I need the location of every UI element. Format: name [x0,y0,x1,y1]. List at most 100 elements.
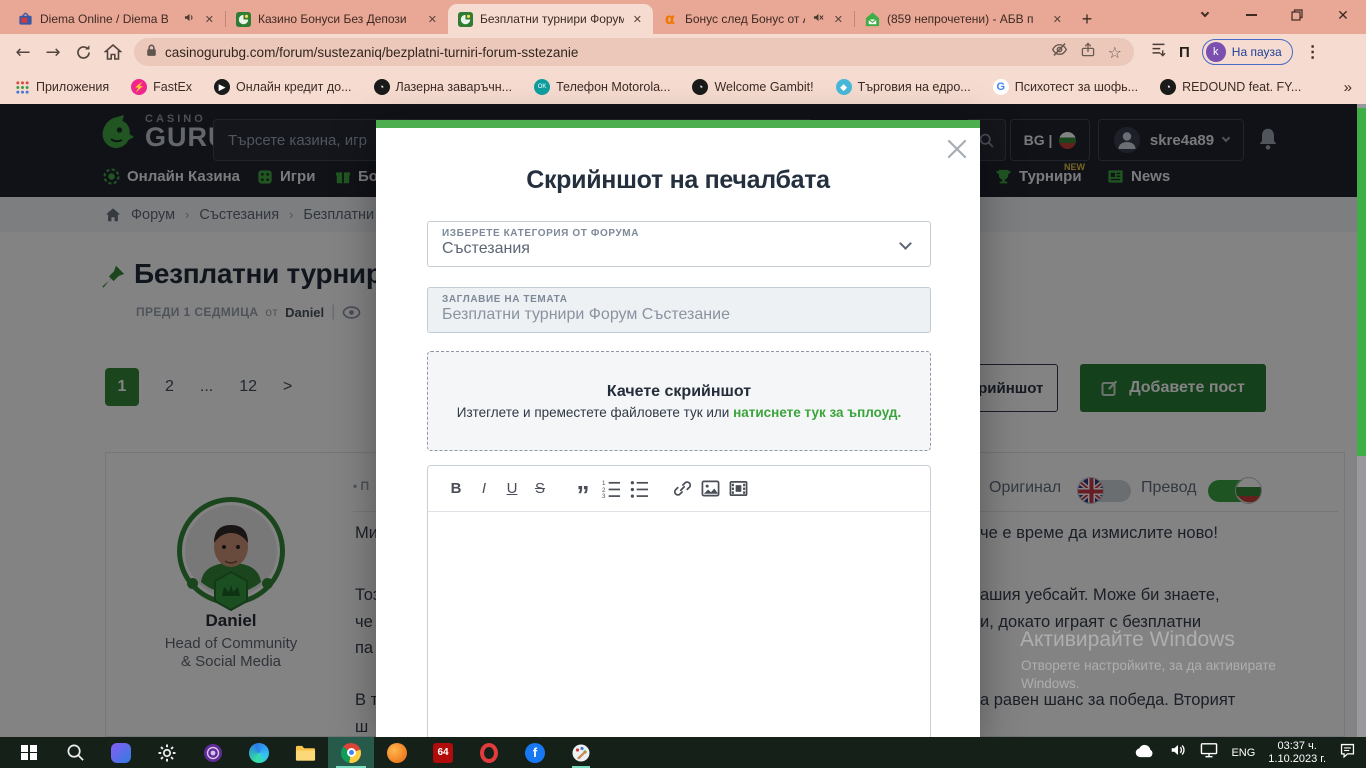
settings-gear-icon[interactable] [144,737,190,768]
image-icon[interactable] [696,475,724,503]
screenshot-upload-modal: Скрийншот на печалбата ИЗБЕРЕТЕ КАТЕГОРИ… [376,120,980,740]
bookmark-redound[interactable]: ◔ REDOUND feat. FY... [1160,79,1301,95]
network-display-icon[interactable] [1200,742,1218,763]
audio-muted-icon[interactable] [812,11,825,27]
browser-tab-abv-mail[interactable]: (859 непрочетени) - АБВ п ✕ [855,4,1073,34]
alpha-icon: α [662,11,678,27]
audio-playing-icon[interactable] [183,11,196,27]
home-icon[interactable] [98,37,128,67]
tab-close-icon[interactable]: ✕ [631,13,644,26]
dropzone-title: Качете скрийншот [607,383,751,401]
globe-icon: ◔ [1160,79,1176,95]
onedrive-cloud-icon[interactable] [1133,743,1156,763]
bookmark-credit[interactable]: ▶ Онлайн кредит до... [214,79,351,95]
edge-browser-icon[interactable] [236,737,282,768]
profile-avatar: k [1206,42,1226,62]
reload-icon[interactable] [68,37,98,67]
share-icon[interactable] [1080,42,1096,63]
reading-list-icon[interactable] [1150,41,1167,63]
office-hub-icon[interactable] [98,737,144,768]
browser-toolbar: ← → casinogurubg.com/forum/sustezaniq/be… [0,34,1366,70]
forum-category-select[interactable]: ИЗБЕРЕТЕ КАТЕГОРИЯ ОТ ФОРУМА Състезания [427,221,931,267]
underline-icon[interactable]: U [498,475,526,503]
dropzone-upload-link[interactable]: натиснете тук за ъплоуд. [733,405,901,420]
taskbar-search-icon[interactable] [52,737,98,768]
paint-icon[interactable] [558,737,604,768]
bookmark-gambit[interactable]: ◔ Welcome Gambit! [692,79,813,95]
tab-close-icon[interactable]: ✕ [426,13,439,26]
profile-button[interactable]: k На пауза [1202,39,1293,65]
category-value: Състезания [442,240,916,258]
editor-body[interactable] [428,512,930,745]
italic-icon[interactable]: I [470,475,498,503]
blockquote-icon[interactable]: ” [569,475,597,503]
browser-tab-bonuses[interactable]: Казино Бонуси Без Депози ✕ [226,4,448,34]
thunderbird-icon[interactable] [374,737,420,768]
file-dropzone[interactable]: Качете скрийншот Изтеглете и преместете … [427,351,931,451]
editor-toolbar: B I U S ” 123 [428,466,930,512]
tab-close-icon[interactable]: ✕ [1051,13,1064,26]
bookmark-motorola[interactable]: OK Телефон Motorola... [534,79,670,95]
volume-icon[interactable] [1169,741,1187,764]
windows-watermark-line3: Windows. [1021,676,1080,691]
bookmark-label: Телефон Motorola... [556,80,670,94]
ordered-list-icon[interactable]: 123 [597,475,625,503]
start-button[interactable] [6,737,52,768]
page-scrollbar[interactable] [1357,104,1366,737]
strikethrough-icon[interactable]: S [526,475,554,503]
minimize-button[interactable] [1228,0,1274,30]
tab-title: Безплатни турнири Форум [480,12,624,26]
browser-menu-icon[interactable]: ⋮ [1305,42,1321,62]
extensions-area: П k На пауза ⋮ [1150,39,1321,65]
facebook-icon[interactable]: f [512,737,558,768]
arrow-circle-icon: ▶ [214,79,230,95]
browser-tabbar: Diema Online / Diema B ✕ Казино Бонуси Б… [0,0,1366,34]
back-icon[interactable]: ← [8,37,38,67]
app-64-icon[interactable]: 64 [420,737,466,768]
bullet-list-icon[interactable] [625,475,653,503]
bookmark-apps[interactable]: Приложения [14,79,109,95]
eye-slash-icon[interactable] [1051,41,1068,63]
forward-icon[interactable]: → [38,37,68,67]
address-bar[interactable]: casinogurubg.com/forum/sustezaniq/bezpla… [134,38,1134,66]
tab-search-icon[interactable] [1182,0,1228,30]
video-icon[interactable] [724,475,752,503]
bookmark-wholesale[interactable]: ◆ Търговия на едро... [836,79,971,95]
action-center-icon[interactable] [1339,742,1356,764]
new-tab-button[interactable]: + [1073,5,1101,33]
browser-tab-alpha[interactable]: α Бонус след Бонус от Al ✕ [653,4,854,34]
modal-title: Скрийншот на печалбата [376,166,980,195]
bookmark-fastex[interactable]: ⚡ FastEx [131,79,192,95]
windows-watermark-line1: Активирайте Windows [1020,628,1235,652]
scrollbar-thumb[interactable] [1357,108,1366,456]
screen: Diema Online / Diema B ✕ Казино Бонуси Б… [0,0,1366,768]
browser-tab-tournaments-active[interactable]: Безплатни турнири Форум ✕ [448,4,653,34]
clock-date: 1.10.2023 г. [1268,753,1326,766]
tv-icon [17,11,33,27]
close-window-button[interactable]: ✕ [1320,0,1366,30]
extension-p-icon[interactable]: П [1179,44,1190,61]
keyboard-language[interactable]: ENG [1231,747,1255,759]
tab-close-icon[interactable]: ✕ [832,13,845,26]
topic-title-input[interactable]: ЗАГЛАВИЕ НА ТЕМАТА Безплатни турнири Фор… [427,287,931,333]
restore-button[interactable] [1274,0,1320,30]
lock-icon[interactable] [146,43,157,62]
gem-icon: ◆ [836,79,852,95]
chrome-taskbar-icon[interactable] [328,737,374,768]
bookmark-psychotest[interactable]: G Психотест за шофь... [993,79,1138,95]
opera-browser-icon[interactable] [466,737,512,768]
windows-taskbar: 64 f ENG 03:37 ч. 1.10.2023 г. [0,737,1366,768]
tab-close-icon[interactable]: ✕ [203,13,216,26]
bookmark-label: Онлайн кредит до... [236,80,351,94]
bold-icon[interactable]: B [442,475,470,503]
bookmark-laser[interactable]: ◔ Лазерна заваръчн... [374,79,513,95]
bookmarks-overflow-chevron[interactable]: » [1344,79,1352,96]
taskbar-clock[interactable]: 03:37 ч. 1.10.2023 г. [1268,740,1326,766]
link-icon[interactable] [668,475,696,503]
file-explorer-icon[interactable] [282,737,328,768]
modal-close-icon[interactable] [944,136,970,162]
browser-tab-diema[interactable]: Diema Online / Diema B ✕ [8,4,225,34]
tab-title: Diema Online / Diema B [40,12,176,26]
tor-browser-icon[interactable] [190,737,236,768]
bookmark-star-icon[interactable]: ☆ [1108,43,1122,62]
